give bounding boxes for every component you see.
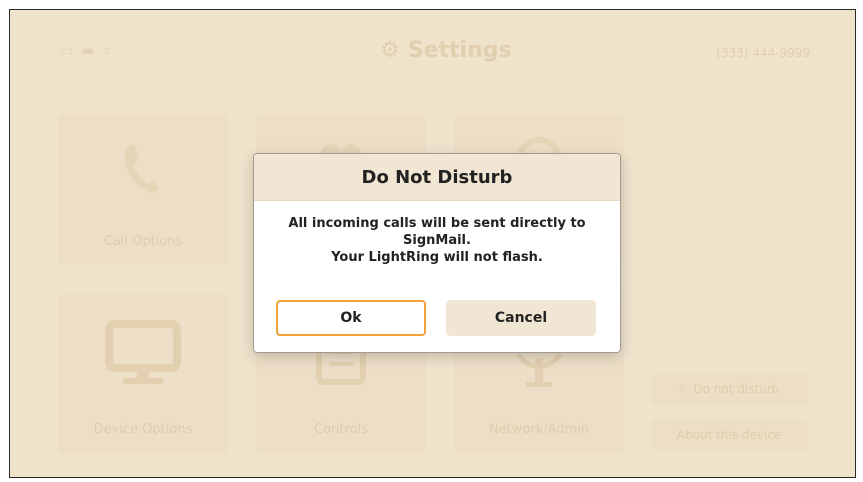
dialog-message: All incoming calls will be sent directly… <box>254 201 620 266</box>
do-not-disturb-label: Do not disturb <box>693 382 780 396</box>
gear-icon: ⚙ <box>380 37 400 63</box>
camera-icon: ▬ <box>81 43 95 59</box>
do-not-disturb-dialog: Do Not Disturb All incoming calls will b… <box>253 153 621 353</box>
tile-label: Network/Admin <box>488 422 590 437</box>
tile-label: Call Options <box>103 234 183 249</box>
phone-number: (333) 444-9999 <box>716 46 810 60</box>
do-not-disturb-button[interactable]: ☾ Do not disturb <box>651 374 807 404</box>
moon-icon: ☾ <box>678 382 690 396</box>
tile-call-options[interactable]: Call Options <box>58 114 228 264</box>
page-title-group: ⚙ Settings <box>380 38 512 63</box>
page-title: Settings <box>407 38 512 63</box>
tile-label: Controls <box>314 422 368 437</box>
about-device-button[interactable]: About this device <box>651 420 807 450</box>
dialog-message-line: Your LightRing will not flash. <box>331 250 543 265</box>
ok-button[interactable]: Ok <box>276 300 426 336</box>
dialog-message-line: SignMail. <box>403 233 471 248</box>
monitor-icon <box>105 320 181 384</box>
dialog-title: Do Not Disturb <box>361 166 513 188</box>
status-icons: ▭ ▬ ⌽ <box>60 44 111 58</box>
tile-device-options[interactable]: Device Options <box>58 294 228 454</box>
monitor-icon: ▭ <box>60 43 74 59</box>
mic-icon: ⌽ <box>102 43 111 59</box>
tile-label: Device Options <box>93 422 193 437</box>
header: ▭ ▬ ⌽ ⚙ Settings (333) 444-9999 <box>10 10 855 98</box>
dialog-header: Do Not Disturb <box>254 154 620 201</box>
dialog-actions: Ok Cancel <box>276 300 596 336</box>
app-frame: ▭ ▬ ⌽ ⚙ Settings (333) 444-9999 Call Opt… <box>9 9 856 478</box>
phone-icon <box>124 144 159 193</box>
cancel-button[interactable]: Cancel <box>446 300 596 336</box>
dialog-message-line: All incoming calls will be sent directly… <box>288 216 586 231</box>
about-label: About this device <box>676 428 782 442</box>
